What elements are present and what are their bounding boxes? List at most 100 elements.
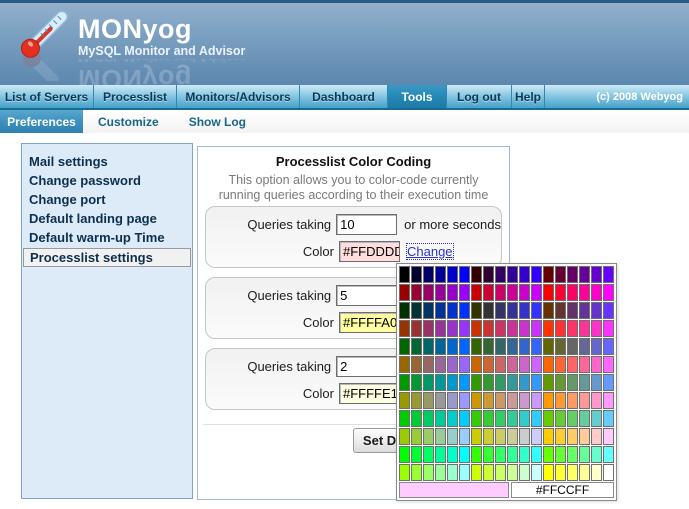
palette-color-cell[interactable] <box>567 410 578 427</box>
palette-color-cell[interactable] <box>591 428 602 445</box>
palette-color-cell[interactable] <box>591 320 602 337</box>
palette-color-cell[interactable] <box>519 392 530 409</box>
palette-color-cell[interactable] <box>411 356 422 373</box>
palette-color-cell[interactable] <box>471 374 482 391</box>
palette-color-cell[interactable] <box>411 428 422 445</box>
palette-color-cell[interactable] <box>483 392 494 409</box>
palette-color-cell[interactable] <box>519 464 530 481</box>
palette-color-cell[interactable] <box>507 266 518 283</box>
palette-color-cell[interactable] <box>471 338 482 355</box>
palette-color-cell[interactable] <box>507 428 518 445</box>
palette-color-cell[interactable] <box>519 428 530 445</box>
palette-color-cell[interactable] <box>495 266 506 283</box>
nav-tab-tools[interactable]: Tools <box>388 85 447 108</box>
palette-color-cell[interactable] <box>507 320 518 337</box>
palette-color-cell[interactable] <box>591 266 602 283</box>
palette-color-cell[interactable] <box>399 392 410 409</box>
palette-color-cell[interactable] <box>555 284 566 301</box>
seconds-input[interactable] <box>336 356 397 377</box>
palette-color-cell[interactable] <box>399 338 410 355</box>
palette-color-cell[interactable] <box>495 356 506 373</box>
palette-color-cell[interactable] <box>423 410 434 427</box>
palette-color-cell[interactable] <box>519 320 530 337</box>
palette-color-cell[interactable] <box>435 338 446 355</box>
palette-color-cell[interactable] <box>567 266 578 283</box>
palette-color-cell[interactable] <box>411 284 422 301</box>
palette-color-cell[interactable] <box>471 392 482 409</box>
palette-color-cell[interactable] <box>471 410 482 427</box>
palette-color-cell[interactable] <box>459 284 470 301</box>
palette-color-cell[interactable] <box>495 464 506 481</box>
palette-color-cell[interactable] <box>591 374 602 391</box>
palette-color-cell[interactable] <box>399 410 410 427</box>
palette-color-cell[interactable] <box>519 302 530 319</box>
palette-color-cell[interactable] <box>591 284 602 301</box>
palette-color-cell[interactable] <box>531 338 542 355</box>
palette-color-cell[interactable] <box>447 338 458 355</box>
sidebar-item-mail-settings[interactable]: Mail settings <box>22 152 192 171</box>
palette-color-cell[interactable] <box>471 464 482 481</box>
palette-color-cell[interactable] <box>495 392 506 409</box>
palette-color-cell[interactable] <box>399 374 410 391</box>
palette-color-cell[interactable] <box>411 464 422 481</box>
palette-color-cell[interactable] <box>579 266 590 283</box>
palette-color-cell[interactable] <box>483 446 494 463</box>
palette-color-cell[interactable] <box>591 410 602 427</box>
palette-color-cell[interactable] <box>555 428 566 445</box>
palette-color-cell[interactable] <box>435 446 446 463</box>
palette-color-cell[interactable] <box>435 410 446 427</box>
palette-color-cell[interactable] <box>399 446 410 463</box>
palette-color-cell[interactable] <box>555 302 566 319</box>
palette-color-cell[interactable] <box>555 446 566 463</box>
palette-color-cell[interactable] <box>567 446 578 463</box>
palette-color-cell[interactable] <box>603 302 614 319</box>
nav-tab-dashboard[interactable]: Dashboard <box>300 85 388 108</box>
palette-color-cell[interactable] <box>483 374 494 391</box>
color-value-input[interactable] <box>339 312 400 333</box>
palette-color-cell[interactable] <box>423 428 434 445</box>
palette-color-cell[interactable] <box>531 266 542 283</box>
palette-color-cell[interactable] <box>435 392 446 409</box>
palette-color-cell[interactable] <box>543 338 554 355</box>
palette-color-cell[interactable] <box>519 266 530 283</box>
palette-color-cell[interactable] <box>423 302 434 319</box>
palette-color-cell[interactable] <box>543 392 554 409</box>
palette-color-cell[interactable] <box>519 284 530 301</box>
palette-color-cell[interactable] <box>579 428 590 445</box>
palette-color-cell[interactable] <box>483 356 494 373</box>
palette-color-cell[interactable] <box>471 356 482 373</box>
palette-color-cell[interactable] <box>567 464 578 481</box>
palette-color-cell[interactable] <box>555 266 566 283</box>
nav-tab-monitors-advisors[interactable]: Monitors/Advisors <box>177 85 300 108</box>
palette-color-cell[interactable] <box>579 446 590 463</box>
palette-color-cell[interactable] <box>567 428 578 445</box>
seconds-input[interactable] <box>336 214 397 235</box>
palette-color-cell[interactable] <box>555 356 566 373</box>
palette-color-cell[interactable] <box>603 284 614 301</box>
palette-color-cell[interactable] <box>471 266 482 283</box>
palette-color-cell[interactable] <box>507 284 518 301</box>
palette-color-cell[interactable] <box>531 284 542 301</box>
palette-color-cell[interactable] <box>543 374 554 391</box>
sidebar-item-change-password[interactable]: Change password <box>22 171 192 190</box>
palette-color-cell[interactable] <box>459 374 470 391</box>
subnav-tab-preferences[interactable]: Preferences <box>0 110 83 133</box>
palette-color-cell[interactable] <box>459 356 470 373</box>
palette-color-cell[interactable] <box>579 302 590 319</box>
nav-tab-processlist[interactable]: Processlist <box>94 85 177 108</box>
palette-color-cell[interactable] <box>555 392 566 409</box>
palette-color-cell[interactable] <box>423 446 434 463</box>
palette-color-cell[interactable] <box>447 446 458 463</box>
palette-color-cell[interactable] <box>483 464 494 481</box>
palette-color-cell[interactable] <box>567 320 578 337</box>
palette-color-cell[interactable] <box>579 392 590 409</box>
palette-color-cell[interactable] <box>591 464 602 481</box>
palette-color-cell[interactable] <box>447 356 458 373</box>
palette-color-cell[interactable] <box>543 464 554 481</box>
palette-color-cell[interactable] <box>567 374 578 391</box>
palette-color-cell[interactable] <box>507 302 518 319</box>
palette-color-cell[interactable] <box>423 392 434 409</box>
palette-color-cell[interactable] <box>567 356 578 373</box>
palette-color-cell[interactable] <box>423 266 434 283</box>
palette-color-cell[interactable] <box>483 284 494 301</box>
